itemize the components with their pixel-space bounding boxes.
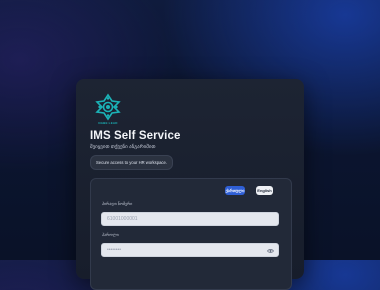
username-field-wrapper <box>101 212 279 226</box>
login-card: NABE LEAD IMS Self Service შეიყვით თქვენ… <box>76 79 304 290</box>
eye-icon[interactable] <box>267 248 274 254</box>
logo-icon <box>95 93 121 121</box>
username-label: პირადი ნომერი <box>102 201 133 206</box>
tagline-badge: Secure access to your HR workspace. <box>90 155 173 170</box>
password-field-wrapper <box>101 243 279 257</box>
language-english-button[interactable]: English <box>256 186 273 195</box>
logo-caption: NABE LEAD <box>98 121 118 125</box>
page-subtitle: შეიყვით თქვენი ანგარიშით <box>90 144 156 150</box>
login-form-panel: ქართული English პირადი ნომერი პაროლი <box>90 178 292 290</box>
username-input[interactable] <box>102 213 278 225</box>
language-georgian-button[interactable]: ქართული <box>225 186 245 195</box>
page-title: IMS Self Service <box>90 130 181 142</box>
password-input[interactable] <box>102 244 278 256</box>
password-label: პაროლი <box>102 232 119 237</box>
